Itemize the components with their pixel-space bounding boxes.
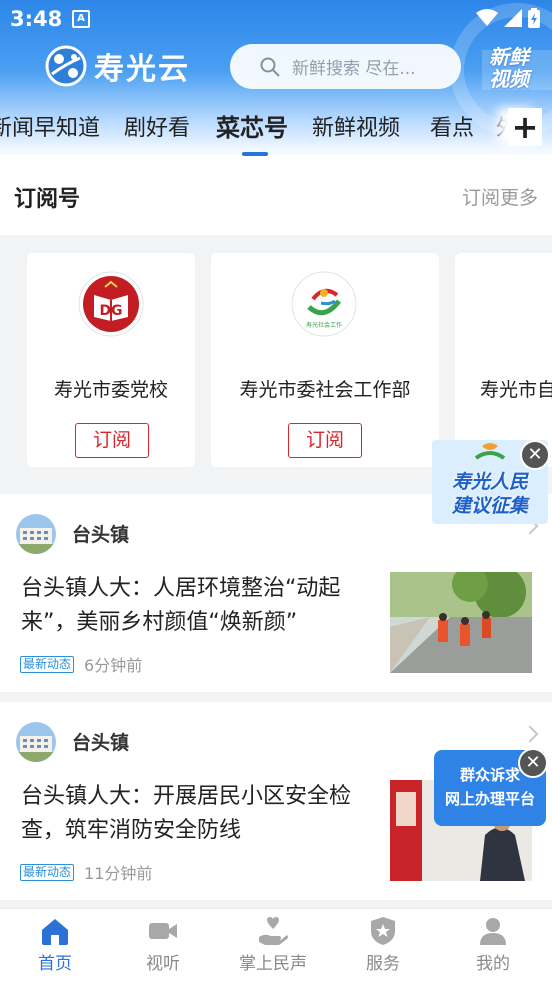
shield-star-icon: [371, 917, 395, 945]
heart-hand-icon: [259, 917, 288, 945]
feed-time: 11分钟前: [84, 864, 153, 883]
app-header: 3:48 A 寿光云 新鲜搜索 尽在... 新鲜 视频 新闻早知道 剧好看 菜芯…: [0, 0, 552, 157]
source-avatar: [16, 722, 56, 762]
fresh-video-line2: 视频: [489, 67, 529, 91]
signal-icon: [504, 9, 522, 27]
suggestion-banner-line2: 建议征集: [451, 495, 528, 517]
subscription-card[interactable]: DG 寿光市委党校 订阅: [27, 253, 195, 467]
subscription-header: 订阅号 订阅更多: [0, 157, 552, 235]
tab-fresh-video[interactable]: 新鲜视频: [312, 110, 400, 142]
subscription-card[interactable]: 寿光社会工作 寿光市委社会工作部 订阅: [211, 253, 439, 467]
search-icon: [260, 57, 280, 77]
status-bar: 3:48 A: [0, 0, 552, 36]
source-avatar: [16, 514, 56, 554]
subscribe-more-link[interactable]: 订阅更多: [462, 183, 538, 210]
app-name: 寿光云: [94, 52, 190, 87]
status-time: 3:48: [10, 7, 63, 31]
petition-banner[interactable]: 群众诉求 网上办理平台 ✕: [432, 748, 548, 828]
video-icon: [149, 923, 177, 939]
feed-tag: 最新动态: [20, 655, 75, 673]
channel-tabs: 新闻早知道 剧好看 菜芯号 新鲜视频 看点 外 +: [0, 104, 552, 156]
fresh-video-button[interactable]: 新鲜 视频: [478, 46, 540, 90]
subscription-name: 寿光市自: [480, 379, 552, 401]
chevron-right-icon[interactable]: [521, 725, 539, 743]
subscription-name: 寿光市委党校: [53, 379, 168, 401]
subscription-name: 寿光市委社会工作部: [239, 379, 411, 401]
tab-drama[interactable]: 剧好看: [124, 110, 190, 142]
nav-label: 我的: [476, 954, 510, 974]
feed-meta: 最新动态 6分钟前: [20, 652, 142, 676]
battery-icon: [528, 8, 540, 28]
source-name[interactable]: 台头镇: [72, 520, 129, 547]
notification-icon: A: [72, 10, 90, 28]
feed-thumbnail[interactable]: [390, 572, 532, 673]
source-name[interactable]: 台头镇: [72, 728, 129, 755]
nav-home[interactable]: 首页: [0, 909, 110, 984]
subscribe-button[interactable]: 订阅: [75, 423, 149, 458]
search-placeholder: 新鲜搜索 尽在...: [292, 59, 416, 79]
tab-highlights[interactable]: 看点: [430, 110, 474, 142]
logo-icon: [45, 45, 87, 87]
feed-title[interactable]: 台头镇人大：开展居民小区安全检查，筑牢消防安全防线: [21, 780, 371, 848]
nav-mine[interactable]: 我的: [438, 909, 548, 984]
nav-label: 视听: [146, 954, 180, 974]
close-icon[interactable]: ✕: [518, 748, 548, 778]
nav-video[interactable]: 视听: [108, 909, 218, 984]
search-bar[interactable]: 新鲜搜索 尽在...: [230, 44, 461, 89]
status-icons: [476, 8, 540, 28]
user-icon: [480, 918, 506, 945]
subscribe-button[interactable]: 订阅: [288, 423, 362, 458]
nav-label: 服务: [366, 954, 400, 974]
social-work-logo-text: 寿光社会工作: [306, 321, 342, 329]
tab-news-early[interactable]: 新闻早知道: [0, 110, 100, 142]
suggestion-banner[interactable]: 寿光人民 建议征集 ✕: [432, 440, 550, 524]
tab-indicator: [242, 152, 268, 156]
subscription-title: 订阅号: [14, 187, 81, 212]
nav-label: 首页: [38, 954, 72, 974]
home-icon: [42, 919, 68, 945]
social-work-logo: 寿光社会工作: [291, 271, 357, 337]
svg-text:DG: DG: [99, 303, 122, 319]
feed-title[interactable]: 台头镇人大：人居环境整治“动起来”，美丽乡村颜值“焕新颜”: [21, 572, 371, 640]
feed-meta: 最新动态 11分钟前: [20, 860, 152, 884]
app-logo: 寿光云: [44, 44, 190, 88]
petition-banner-line2: 网上办理平台: [444, 790, 535, 808]
subscription-card[interactable]: 寿光市自: [455, 253, 552, 467]
add-channel-button[interactable]: +: [508, 108, 542, 146]
suggestion-banner-line1: 寿光人民: [451, 471, 528, 493]
tab-caixin[interactable]: 菜芯号: [216, 108, 288, 143]
nav-label: 掌上民声: [239, 954, 307, 974]
close-icon[interactable]: ✕: [520, 440, 550, 470]
fresh-video-line1: 新鲜: [489, 45, 529, 69]
feed-tag: 最新动态: [20, 863, 75, 881]
nav-service[interactable]: 服务: [328, 909, 438, 984]
bottom-navigation: 首页 视听 掌上民声 服务 我的: [0, 908, 552, 984]
party-school-logo: DG: [78, 271, 144, 337]
nav-voice[interactable]: 掌上民声: [218, 909, 328, 984]
wifi-icon: [476, 9, 498, 26]
feed-time: 6分钟前: [84, 656, 143, 675]
